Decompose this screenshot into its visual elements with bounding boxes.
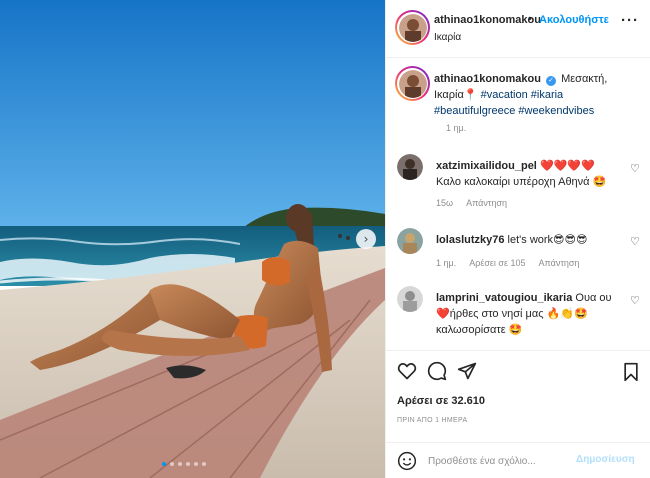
comment-likes[interactable]: Αρέσει σε 105: [469, 258, 525, 268]
author-username[interactable]: athinao1konomakou: [434, 14, 541, 26]
separator-dot: •: [528, 13, 532, 25]
like-comment-heart-icon[interactable]: ♡: [630, 294, 640, 307]
avatar[interactable]: [397, 286, 423, 312]
carousel-dot: [202, 462, 206, 466]
comment-body: Καλο καλοκαίρι υπέροχη Αθηνά: [436, 176, 590, 188]
carousel-dot: [178, 462, 182, 466]
caption-text: athinao1konomakou ✓ Μεσακτή, Ικαρία📍 #va…: [434, 71, 639, 119]
carousel-dot: [162, 462, 166, 466]
caption-username[interactable]: athinao1konomakou: [434, 73, 541, 85]
comment-emoji: 🤩: [592, 175, 607, 188]
comment-emoji: 🔥👏🤩: [546, 307, 588, 320]
like-heart-icon[interactable]: [397, 361, 417, 381]
avatar[interactable]: [397, 154, 423, 180]
post-header: athinao1konomakou • Ακολουθήστε Ικαρία ·…: [386, 0, 650, 58]
caption-time[interactable]: 1 ημ.: [446, 123, 466, 133]
comment-time[interactable]: 15ω: [436, 198, 453, 208]
author-avatar-ring[interactable]: [395, 10, 430, 45]
likes-count[interactable]: Αρέσει σε 32.610: [397, 395, 485, 407]
post-actions: Αρέσει σε 32.610 ΠΡΙΝ ΑΠΟ 1 ΗΜΕΡΑ: [386, 350, 650, 442]
avatar[interactable]: [397, 228, 423, 254]
caption-avatar-ring[interactable]: [395, 66, 430, 101]
chevron-right-icon: ›: [363, 232, 369, 246]
comment-emoji: 😎😎😎: [553, 233, 588, 246]
more-options-icon[interactable]: ···: [621, 12, 639, 29]
comment-username[interactable]: lamprini_vatougiou_ikaria: [436, 292, 572, 304]
comment-text: xatzimixailidou_pel ❤️❤️❤️❤️ Καλο καλοκα…: [436, 158, 621, 190]
comment-input[interactable]: [428, 451, 568, 471]
carousel-dot: [194, 462, 198, 466]
comment-body: καλωσορίσατε: [436, 324, 506, 336]
beach-photo-image: [0, 0, 385, 478]
comment-emoji: ❤️❤️❤️❤️: [539, 159, 595, 172]
comment-text: lamprini_vatougiou_ikaria Ουα ου ❤️ήρθες…: [436, 290, 621, 338]
carousel-dot: [170, 462, 174, 466]
comment-time[interactable]: 1 ημ.: [436, 258, 456, 268]
comment-body: let's work: [507, 234, 554, 246]
like-comment-heart-icon[interactable]: ♡: [630, 162, 640, 175]
share-paper-plane-icon[interactable]: [457, 361, 477, 381]
bookmark-icon[interactable]: [622, 362, 640, 382]
comment-emoji: 🤩: [508, 323, 523, 336]
hashtag-link[interactable]: #ikaria: [531, 89, 563, 101]
hashtag-link[interactable]: #weekendvibes: [518, 105, 594, 117]
carousel-dot: [186, 462, 190, 466]
comment-body: ήρθες στο νησί μας: [449, 308, 544, 320]
add-comment-bar: Δημοσίευση: [386, 442, 650, 478]
avatar: [398, 13, 427, 42]
post-side-panel: athinao1konomakou • Ακολουθήστε Ικαρία ·…: [385, 0, 650, 478]
follow-button[interactable]: Ακολουθήστε: [539, 14, 609, 26]
comment-username[interactable]: xatzimixailidou_pel: [436, 160, 537, 172]
verified-check-icon: ✓: [546, 76, 557, 86]
comment-text: lolaslutzky76 let's work😎😎😎: [436, 232, 621, 248]
reply-button[interactable]: Απάντηση: [466, 198, 507, 208]
comment-emoji: ❤️: [436, 307, 450, 320]
carousel-indicator: [162, 462, 206, 466]
comment-meta: 1 ημ. Αρέσει σε 105 Απάντηση: [436, 258, 590, 268]
hashtag-link[interactable]: #vacation: [481, 89, 528, 101]
comment-body: Ουα ου: [575, 292, 612, 304]
post-photo[interactable]: ›: [0, 0, 385, 478]
comment-username[interactable]: lolaslutzky76: [436, 234, 504, 246]
avatar: [398, 69, 427, 98]
emoji-smiley-icon[interactable]: [397, 451, 417, 474]
comment-meta: 15ω Απάντηση: [436, 198, 518, 208]
comment-bubble-icon[interactable]: [427, 361, 447, 381]
pin-icon: 📍: [463, 88, 478, 101]
next-photo-button[interactable]: ›: [356, 229, 376, 249]
reply-button[interactable]: Απάντηση: [539, 258, 580, 268]
post-location[interactable]: Ικαρία: [434, 32, 461, 43]
like-comment-heart-icon[interactable]: ♡: [630, 235, 640, 248]
hashtag-link[interactable]: #beautifulgreece: [434, 105, 515, 117]
post-comment-button[interactable]: Δημοσίευση: [576, 454, 635, 465]
post-timestamp[interactable]: ΠΡΙΝ ΑΠΟ 1 ΗΜΕΡΑ: [397, 417, 467, 424]
